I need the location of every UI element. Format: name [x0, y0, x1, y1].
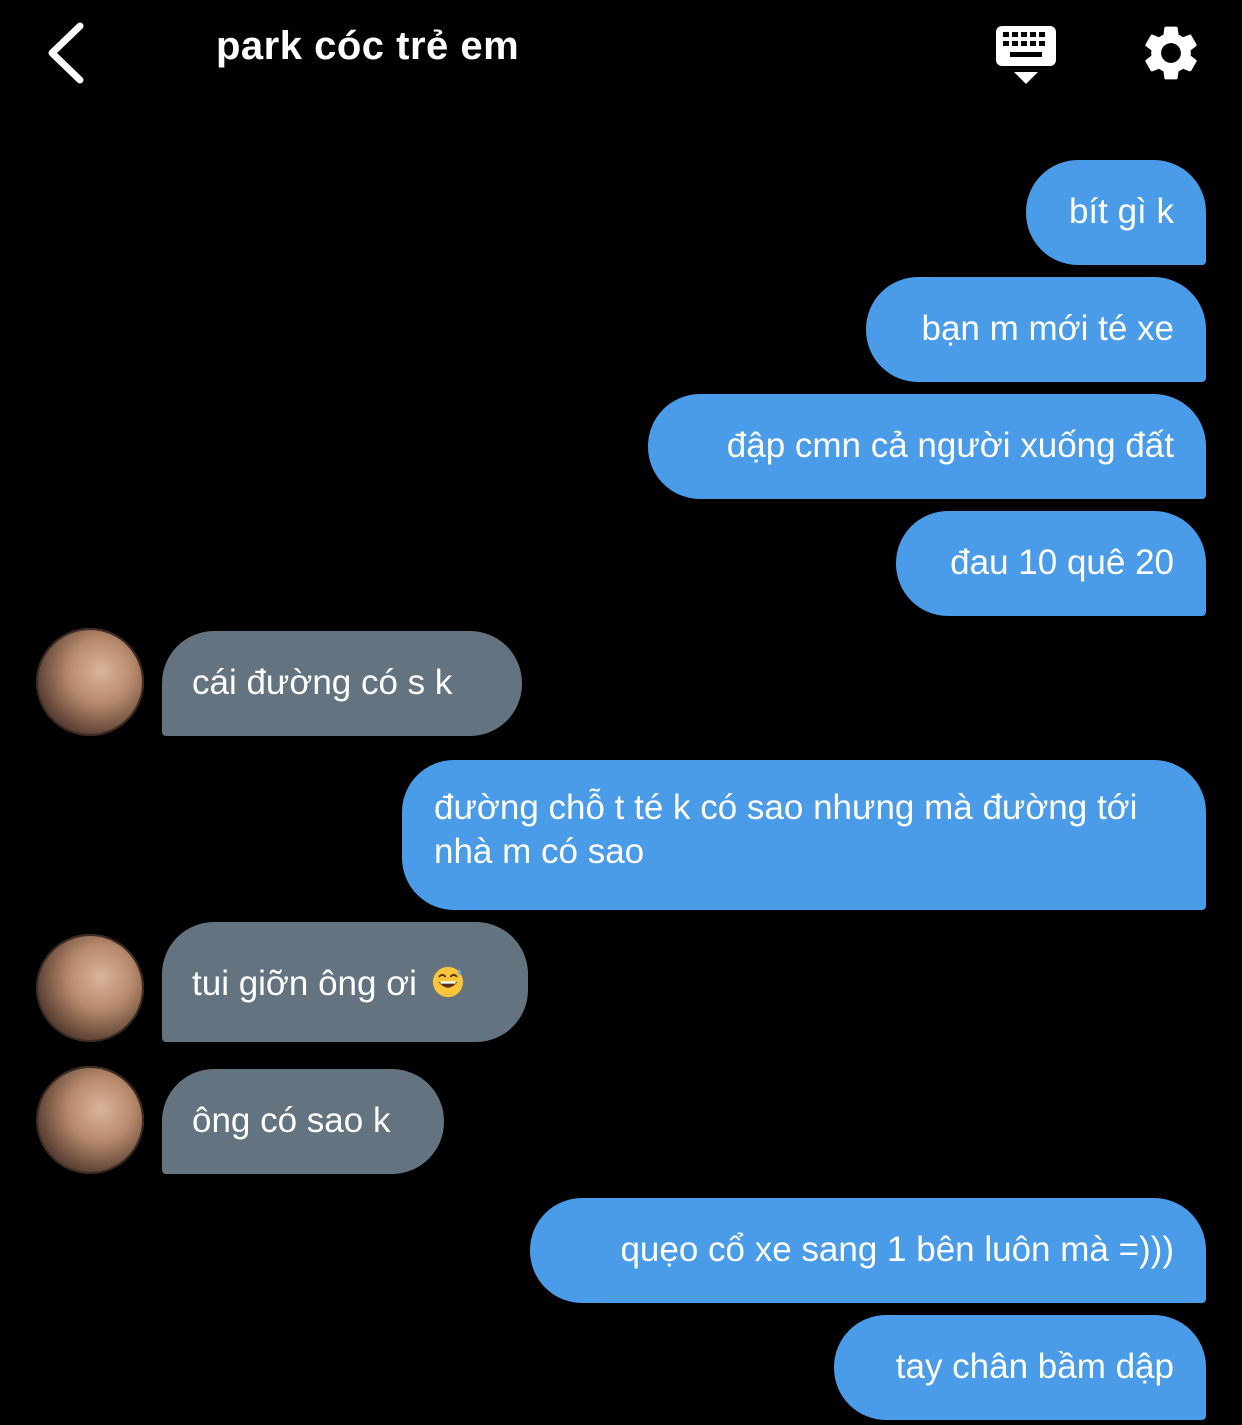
message-text: đập cmn cả người xuống đất: [726, 426, 1174, 465]
sent-message[interactable]: tay chân bầm dập: [834, 1315, 1206, 1420]
sent-message[interactable]: đau 10 quê 20: [896, 511, 1206, 616]
message-text: cái đường có s k: [192, 663, 453, 702]
received-message[interactable]: ông có sao k: [162, 1069, 444, 1174]
message-text: bít gì k: [1068, 192, 1174, 231]
sent-message[interactable]: bạn m mới té xe: [866, 277, 1206, 382]
conversation-title: park cóc trẻ em: [216, 24, 520, 68]
message-text: bạn m mới té xe: [921, 309, 1175, 348]
keyboard-toggle-button[interactable]: [992, 22, 1060, 88]
sent-message[interactable]: đập cmn cả người xuống đất: [648, 394, 1206, 499]
sent-message[interactable]: bít gì k: [1026, 160, 1206, 265]
chevron-left-icon: [48, 22, 84, 84]
contact-avatar[interactable]: [36, 934, 144, 1042]
keyboard-hide-icon: [996, 26, 1056, 84]
message-text: tay chân bầm dập: [895, 1347, 1174, 1386]
gear-icon: [1145, 26, 1197, 80]
back-button[interactable]: [38, 18, 98, 88]
message-text: đường chỗ t té k có sao nhưng mà đường t…: [434, 788, 1138, 871]
message-text: đau 10 quê 20: [950, 543, 1174, 582]
settings-button[interactable]: [1138, 20, 1204, 86]
sent-message[interactable]: đường chỗ t té k có sao nhưng mà đường t…: [402, 760, 1206, 910]
grinning-sweat-emoji: [432, 966, 463, 998]
received-message[interactable]: cái đường có s k: [162, 631, 522, 736]
message-text: ông có sao k: [192, 1101, 391, 1140]
sent-message[interactable]: quẹo cổ xe sang 1 bên luôn mà =))): [530, 1198, 1206, 1303]
message-text: tui giỡn ông ơi: [192, 964, 417, 1003]
message-text: quẹo cổ xe sang 1 bên luôn mà =))): [620, 1230, 1174, 1269]
received-message[interactable]: tui giỡn ông ơi: [162, 922, 528, 1042]
contact-avatar[interactable]: [36, 1066, 144, 1174]
chat-header: park cóc trẻ em: [0, 0, 1242, 110]
contact-avatar[interactable]: [36, 628, 144, 736]
